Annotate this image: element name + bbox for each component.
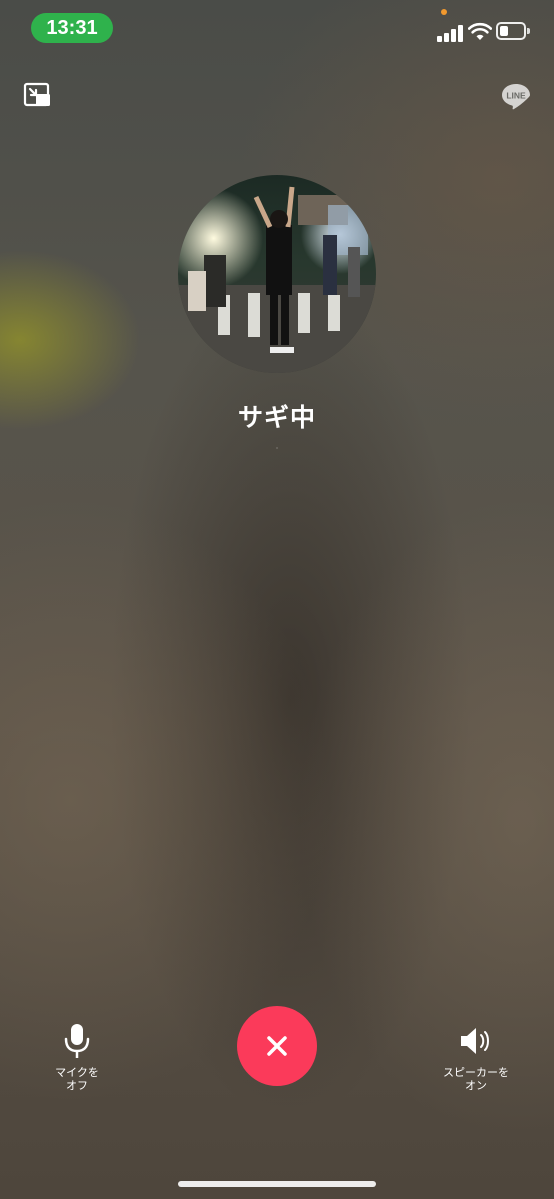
call-status: ·	[275, 444, 279, 453]
line-logo-icon: LINE	[502, 84, 530, 110]
microphone-icon	[64, 1024, 90, 1058]
home-indicator[interactable]	[178, 1181, 376, 1187]
battery-icon	[496, 22, 532, 42]
mute-mic-button[interactable]: マイクを オフ	[37, 1022, 117, 1092]
contact-name: サギ中	[237, 403, 316, 432]
speaker-button[interactable]: スピーカーを オン	[436, 1022, 516, 1092]
mute-mic-label: マイクを オフ	[55, 1066, 99, 1092]
wifi-icon	[468, 22, 492, 40]
avatar	[178, 175, 376, 373]
svg-text:LINE: LINE	[506, 91, 526, 101]
picture-in-picture-icon[interactable]	[22, 80, 52, 110]
privacy-indicator-dot	[441, 9, 447, 15]
close-icon	[267, 1036, 287, 1056]
cellular-signal-icon	[437, 24, 463, 42]
status-bar: 13:31	[0, 0, 554, 56]
speaker-label: スピーカーを オン	[443, 1066, 509, 1092]
speaker-icon	[461, 1028, 489, 1054]
status-time[interactable]: 13:31	[31, 13, 113, 43]
end-call-button[interactable]	[237, 1006, 317, 1086]
